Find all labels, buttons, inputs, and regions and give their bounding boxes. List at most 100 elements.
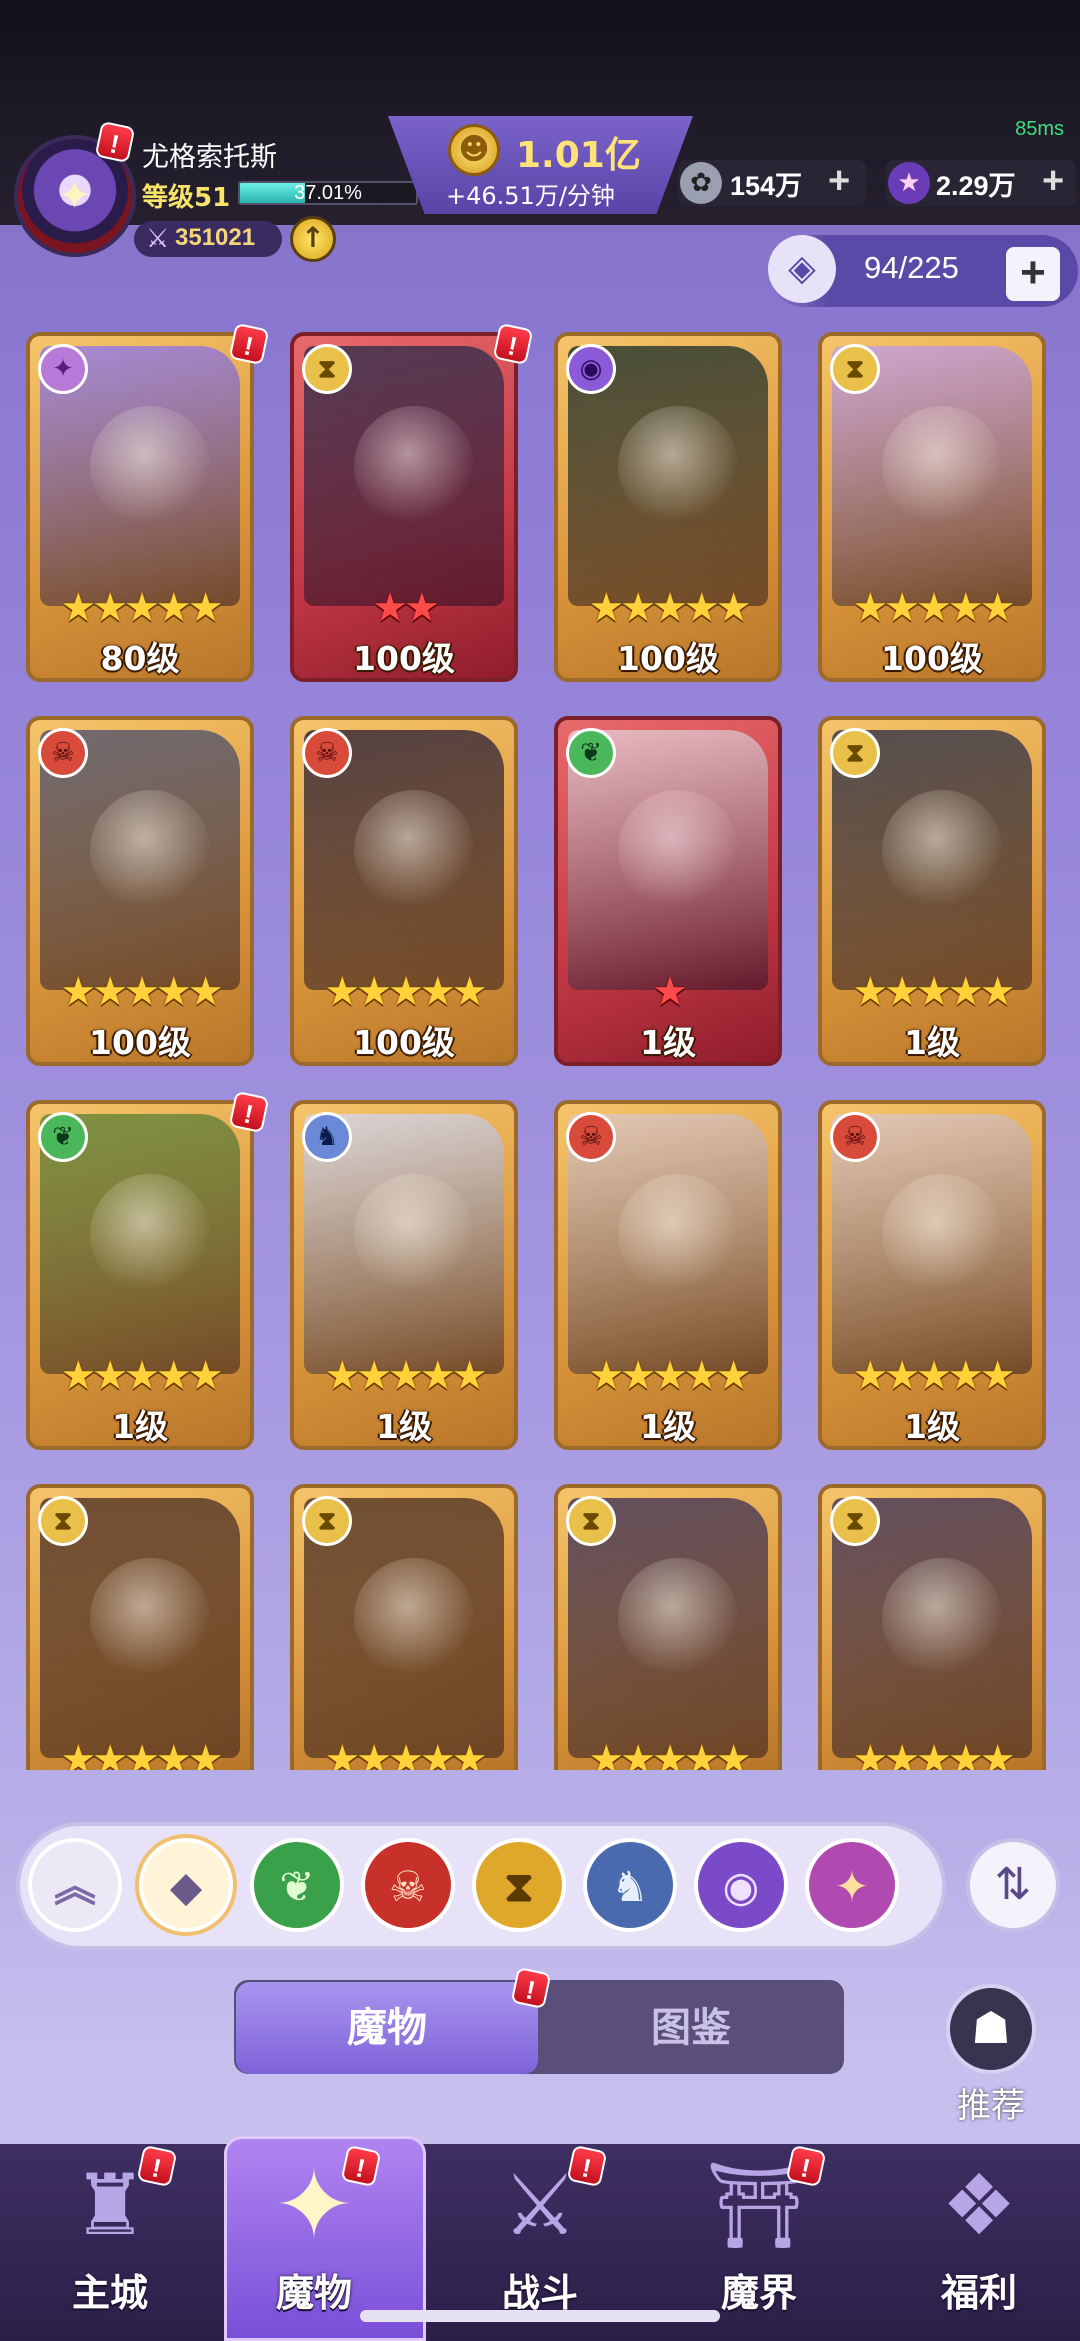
gold-coin-icon: ☻ — [448, 124, 500, 176]
crystal-amount: 2.29万 — [936, 171, 1016, 201]
tab-codex[interactable]: 图鉴 — [540, 1982, 842, 2074]
hourglass-faction-icon: ⧗ — [38, 1496, 88, 1546]
monster-level: 100级 — [353, 1023, 455, 1062]
player-name: 尤格索托斯 — [142, 142, 277, 173]
monster-level: 1级 — [640, 1023, 696, 1062]
monster-level: 1级 — [904, 1407, 960, 1446]
eye-faction-icon: ◉ — [566, 344, 616, 394]
card-alert-icon: ! — [228, 1090, 270, 1134]
xp-percent: 37.01% — [294, 182, 362, 204]
monster-head-icon: ◈ — [768, 235, 836, 303]
star-rating-icon: ★★★★★ — [852, 969, 1015, 1015]
spiral-faction-icon[interactable]: ✦ — [805, 1838, 899, 1932]
monster-card[interactable]: ♞ ★★★★★ 1级 — [290, 1100, 518, 1450]
avatar-star-icon: ✦ — [58, 173, 92, 219]
skull-faction-icon: ☠ — [302, 728, 352, 778]
silver-coin-icon: ✿ — [680, 162, 722, 204]
hourglass-faction-icon: ⧗ — [830, 344, 880, 394]
monster-card[interactable]: ✦ ★★★★★ 80级 — [26, 332, 254, 682]
monster-card[interactable]: ⧗ ★★★★★ — [290, 1484, 518, 1770]
monster-level: 100级 — [89, 1023, 191, 1062]
monster-card[interactable]: ☠ ★★★★★ 100级 — [26, 716, 254, 1066]
player-level: 等级51 — [142, 183, 231, 213]
power-value: 351021 — [175, 224, 256, 251]
skull-faction-icon: ☠ — [566, 1112, 616, 1162]
crystal-add-button[interactable]: + — [1042, 160, 1064, 203]
home-indicator — [360, 2310, 720, 2322]
dragon-faction-icon[interactable]: ♞ — [583, 1838, 677, 1932]
leaf-faction-icon[interactable]: ❦ — [250, 1838, 344, 1932]
monster-card[interactable]: ⧗ ★★★★★ — [26, 1484, 254, 1770]
nav-label[interactable]: 福利 — [889, 2262, 1069, 2317]
silver-add-button[interactable]: + — [828, 160, 850, 203]
tab-monsters[interactable]: 魔物 — [236, 1982, 538, 2074]
monster-card[interactable]: ⧗ ★★★★★ 100级 — [818, 332, 1046, 682]
hourglass-faction-icon: ⧗ — [302, 1496, 352, 1546]
star-rating-icon: ★★★★★ — [60, 1737, 223, 1770]
star-rating-icon: ★★★★★ — [852, 1737, 1015, 1770]
power-up-button[interactable]: ↑ — [290, 216, 336, 262]
spiral-faction-icon: ✦ — [38, 344, 88, 394]
crystal-icon: ★ — [888, 162, 930, 204]
gold-amount: 1.01亿 — [516, 135, 641, 176]
treasure-chest-icon[interactable]: ❖ — [909, 2140, 1049, 2270]
collapse-icon[interactable]: ︽ — [28, 1838, 122, 1932]
monster-level: 1级 — [112, 1407, 168, 1446]
star-rating-icon: ★★★★★ — [588, 1737, 751, 1770]
nav-label[interactable]: 魔界 — [669, 2262, 849, 2317]
monster-card[interactable]: ⧗ ★★★★★ — [818, 1484, 1046, 1770]
silver-amount: 154万 — [730, 171, 803, 201]
expand-capacity-button[interactable]: + — [1006, 247, 1060, 301]
sword-power-icon: ⚔ — [146, 224, 170, 254]
monster-card[interactable]: ☠ ★★★★★ 1级 — [818, 1100, 1046, 1450]
star-rating-icon: ★★★★★ — [60, 1353, 223, 1399]
monster-card[interactable]: ⧗ ★★★★★ — [554, 1484, 782, 1770]
monster-card[interactable]: ❦ ★ 1级 — [554, 716, 782, 1066]
monster-level: 100级 — [881, 639, 983, 678]
ping-indicator: 85ms — [1015, 118, 1064, 140]
recommend-icon[interactable]: ☗ — [946, 1984, 1036, 2074]
card-alert-icon: ! — [492, 322, 534, 366]
monster-level: 1级 — [640, 1407, 696, 1446]
monster-card[interactable]: ⧗ ★★★★★ 1级 — [818, 716, 1046, 1066]
roster-capacity: 94/225 — [864, 250, 959, 285]
nav-label[interactable]: 魔物 — [224, 2262, 404, 2317]
gold-rate: +46.51万/分钟 — [446, 182, 615, 210]
star-rating-icon: ★★★★★ — [588, 1353, 751, 1399]
star-rating-icon: ★★★★★ — [324, 969, 487, 1015]
nav-label[interactable]: 战斗 — [450, 2262, 630, 2317]
skull-faction-icon: ☠ — [38, 728, 88, 778]
eye-faction-icon[interactable]: ◉ — [694, 1838, 788, 1932]
recommend-label[interactable]: 推荐 — [946, 2078, 1036, 2127]
skull-faction-icon[interactable]: ☠ — [361, 1838, 455, 1932]
skull-faction-icon: ☠ — [830, 1112, 880, 1162]
star-rating-icon: ★★★★★ — [324, 1353, 487, 1399]
hourglass-faction-icon: ⧗ — [302, 344, 352, 394]
monster-level: 1级 — [376, 1407, 432, 1446]
monster-card[interactable]: ☠ ★★★★★ 1级 — [554, 1100, 782, 1450]
star-rating-icon: ★★★★★ — [852, 585, 1015, 631]
card-alert-icon: ! — [228, 322, 270, 366]
star-rating-icon: ★★★★★ — [324, 1737, 487, 1770]
monster-card[interactable]: ❦ ★★★★★ 1级 — [26, 1100, 254, 1450]
monster-level: 1级 — [904, 1023, 960, 1062]
dragon-faction-icon: ♞ — [302, 1112, 352, 1162]
leaf-faction-icon: ❦ — [566, 728, 616, 778]
hourglass-faction-icon: ⧗ — [830, 728, 880, 778]
monster-card[interactable]: ◉ ★★★★★ 100级 — [554, 332, 782, 682]
leaf-faction-icon: ❦ — [38, 1112, 88, 1162]
hourglass-faction-icon: ⧗ — [830, 1496, 880, 1546]
monster-card[interactable]: ⧗ ★★ 100级 — [290, 332, 518, 682]
monster-level: 80级 — [100, 639, 180, 678]
star-rating-icon: ★★★★★ — [588, 585, 751, 631]
monster-level: 100级 — [617, 639, 719, 678]
sort-button[interactable]: ⇅ — [966, 1838, 1060, 1932]
star-rating-icon: ★ — [652, 969, 688, 1015]
star-rating-icon: ★★★★★ — [60, 585, 223, 631]
monster-card[interactable]: ☠ ★★★★★ 100级 — [290, 716, 518, 1066]
hourglass-faction-icon[interactable]: ⧗ — [472, 1838, 566, 1932]
star-rating-icon: ★★★★★ — [852, 1353, 1015, 1399]
nav-label[interactable]: 主城 — [20, 2262, 200, 2317]
monster-level: 100级 — [353, 639, 455, 678]
all-factions-icon[interactable]: ◆ — [139, 1838, 233, 1932]
